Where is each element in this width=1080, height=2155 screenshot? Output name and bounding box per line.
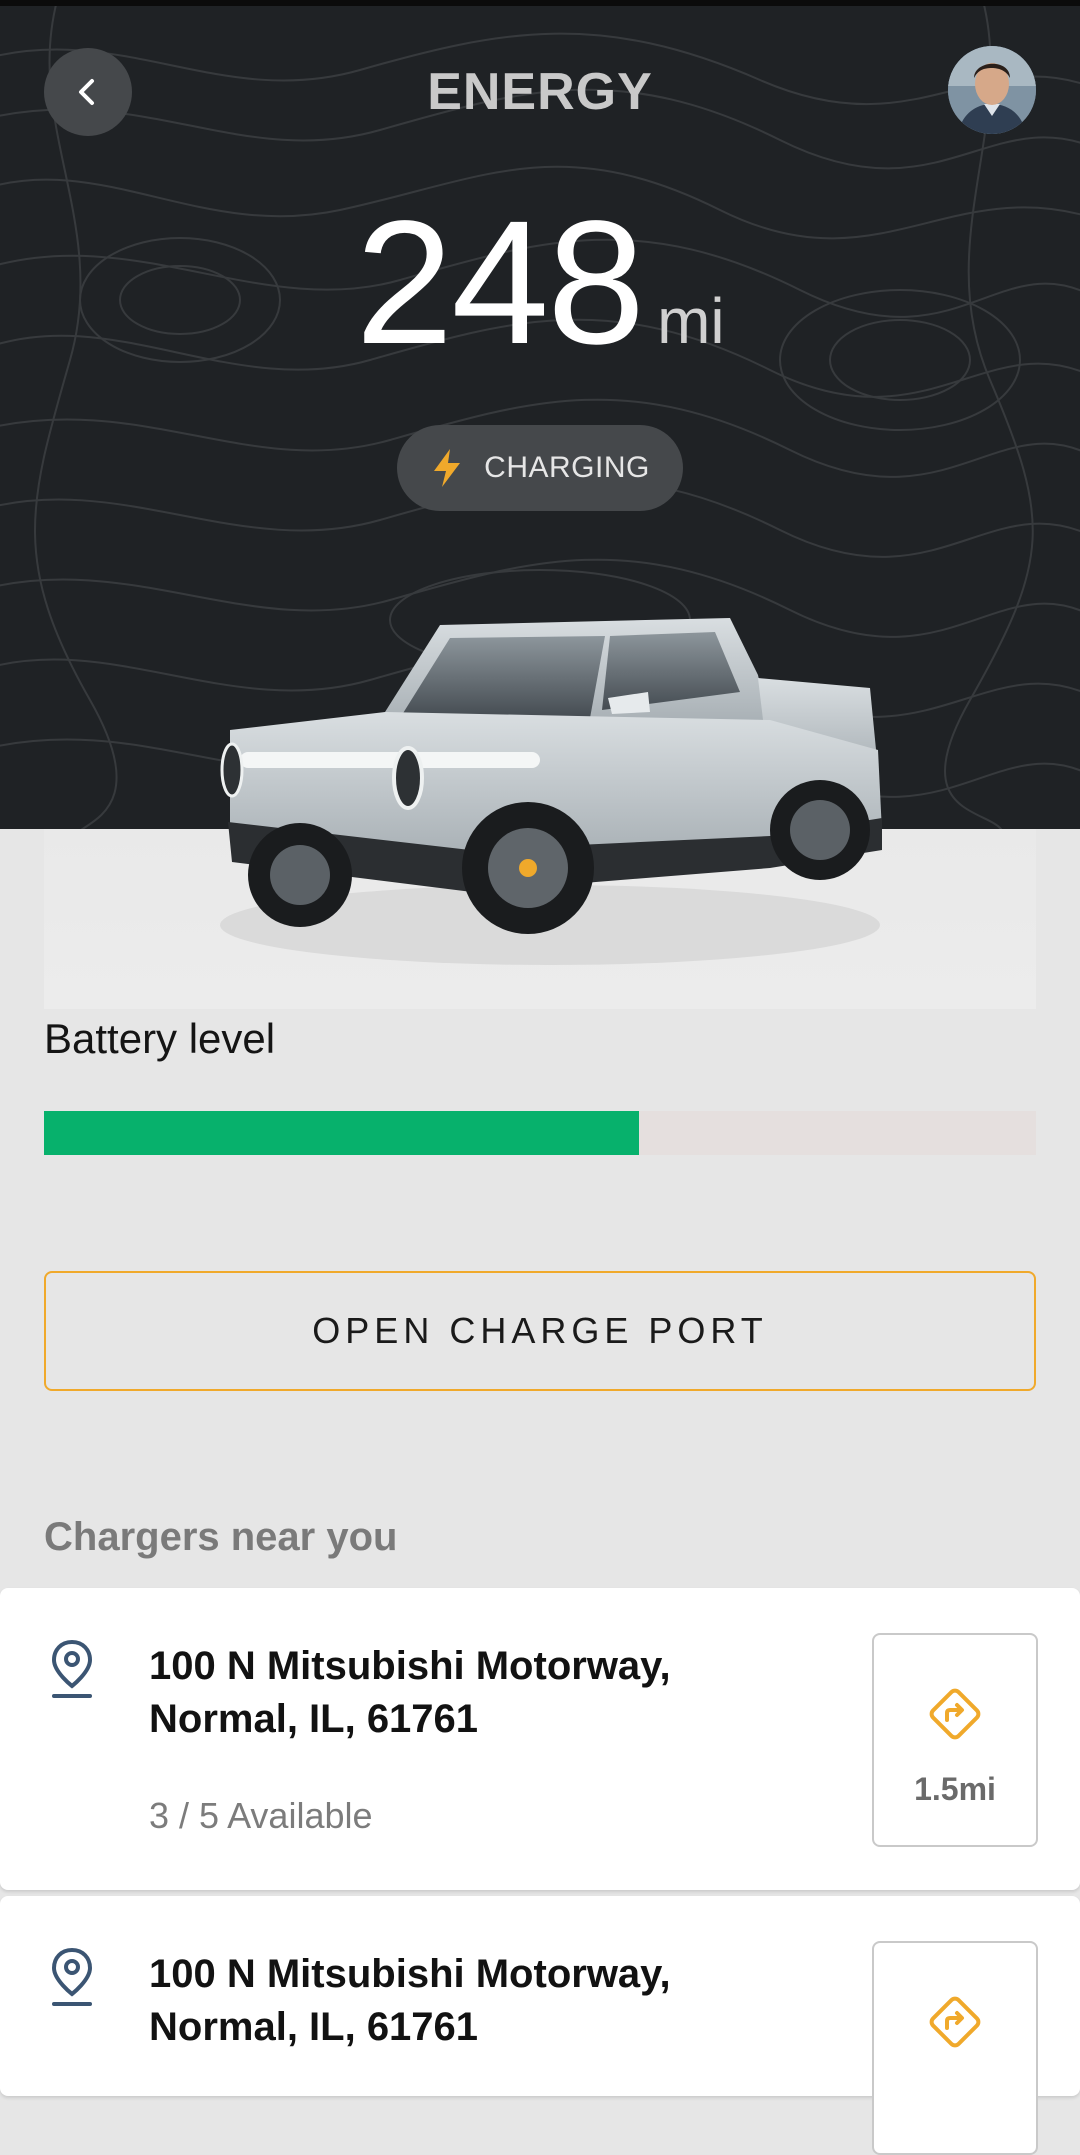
status-bar-edge [0, 0, 1080, 6]
open-charge-port-button[interactable]: OPEN CHARGE PORT [44, 1271, 1036, 1391]
user-avatar-icon [948, 46, 1036, 134]
range-display: 248 mi [0, 195, 1080, 371]
battery-level-fill [44, 1111, 640, 1155]
location-pin-icon [51, 1639, 93, 1698]
battery-level-label: Battery level [44, 1015, 276, 1062]
location-pin-icon [51, 1947, 93, 2006]
address-line-2: Normal, IL, 61761 [149, 2005, 479, 2049]
directions-button[interactable]: 1.5mi [872, 1633, 1038, 1847]
range-unit: mi [657, 285, 725, 357]
battery-level-bar [44, 1111, 1036, 1155]
charging-status-badge: CHARGING [397, 425, 683, 511]
charger-card[interactable]: 100 N Mitsubishi Motorway, Normal, IL, 6… [0, 1588, 1080, 1890]
page-title: ENERGY [427, 63, 653, 121]
directions-icon [929, 1688, 981, 1740]
directions-icon [929, 1996, 981, 2048]
range-value: 248 [355, 185, 645, 381]
avatar[interactable] [948, 46, 1036, 134]
address-line-1: 100 N Mitsubishi Motorway, [149, 1644, 671, 1688]
lightning-bolt-icon [434, 449, 461, 487]
charger-address: 100 N Mitsubishi Motorway, Normal, IL, 6… [149, 1948, 769, 2054]
charger-card[interactable]: 100 N Mitsubishi Motorway, Normal, IL, 6… [0, 1896, 1080, 2155]
directions-button[interactable] [872, 1941, 1038, 2155]
distance-label: 1.5mi [914, 1771, 996, 1807]
address-line-1: 100 N Mitsubishi Motorway, [149, 1952, 671, 1996]
vehicle-image [220, 618, 882, 965]
address-line-2: Normal, IL, 61761 [149, 1697, 479, 1741]
section-title-chargers: Chargers near you [44, 1515, 398, 1559]
status-label: CHARGING [484, 451, 650, 484]
charger-address: 100 N Mitsubishi Motorway, Normal, IL, 6… [149, 1640, 769, 1746]
charger-availability: 3 / 5 Available [149, 1795, 373, 1836]
